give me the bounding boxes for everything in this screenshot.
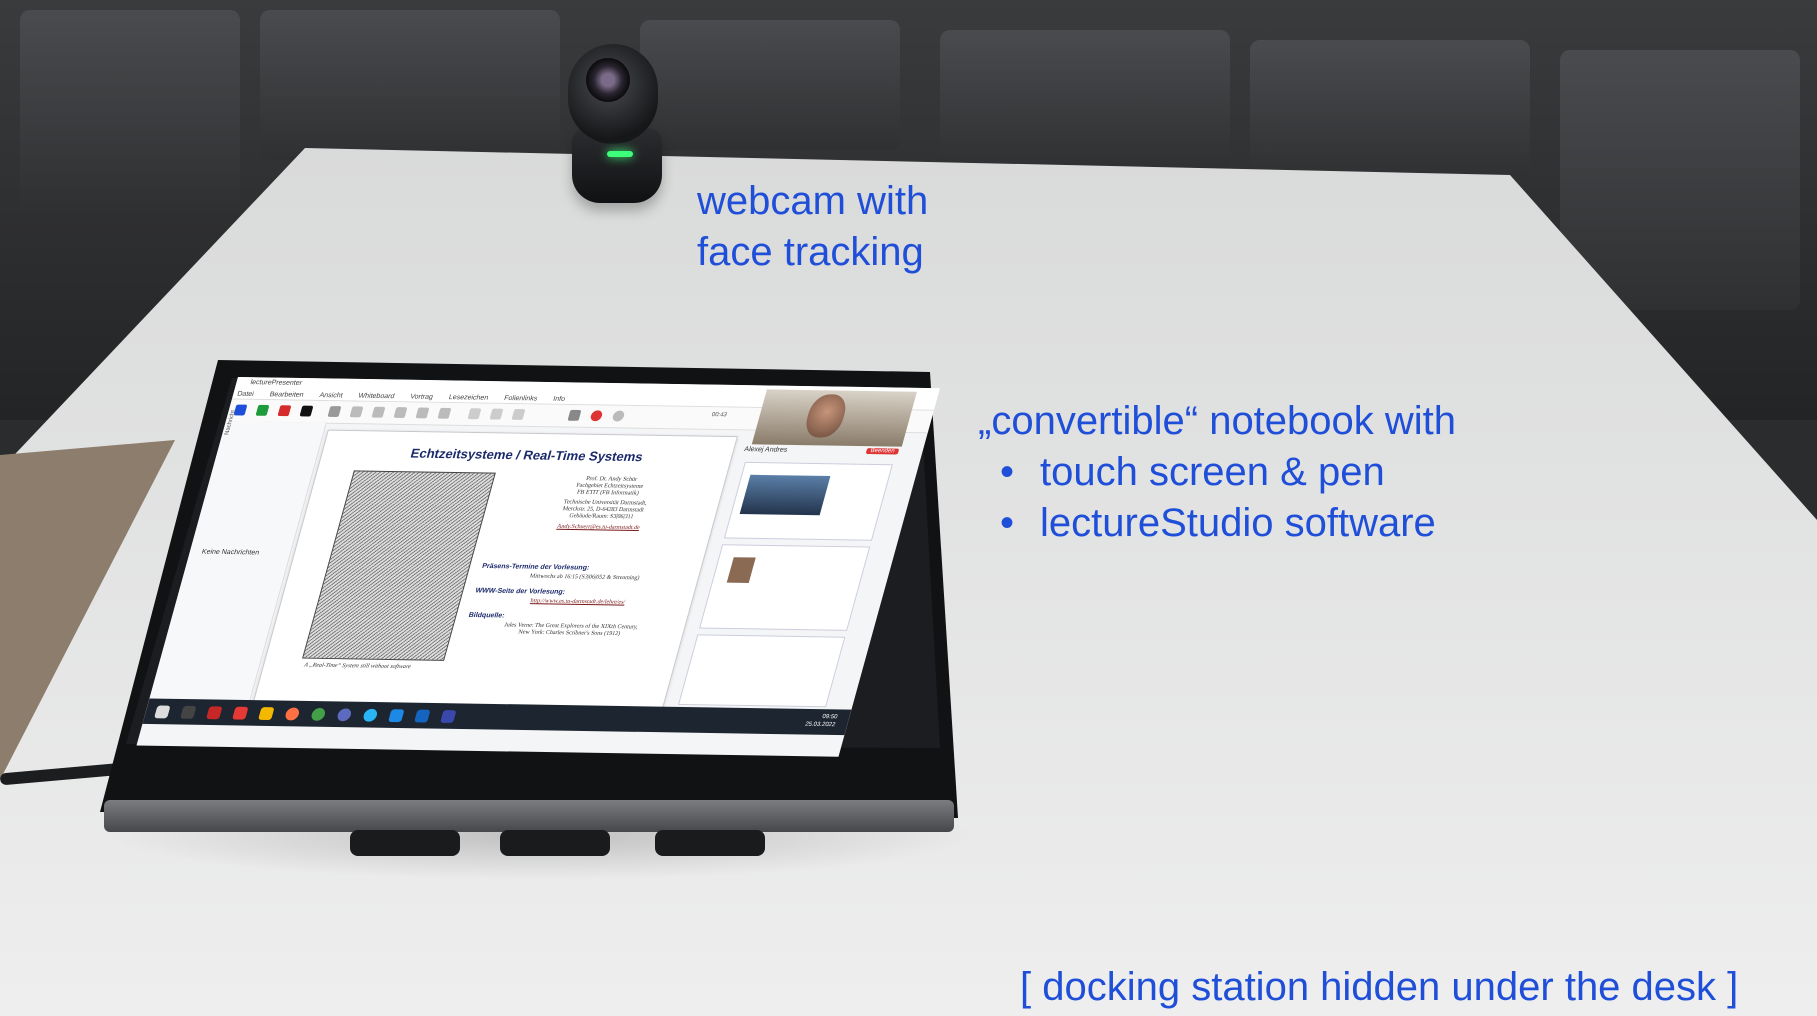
slide: Echtzeitsysteme / Real-Time Systems A „R… [252, 429, 738, 711]
red-color-icon[interactable] [277, 405, 292, 417]
email-link[interactable]: Andy.Schuerr@es.tu-darmstadt.de [502, 523, 694, 533]
menu-item-bearbeiten[interactable]: Bearbeiten [268, 389, 305, 399]
end-call-button[interactable]: Beenden [865, 448, 900, 455]
participant-name: Alexej Andres [743, 446, 789, 454]
participant-face [801, 394, 850, 438]
menu-item-ansicht[interactable]: Ansicht [318, 390, 344, 400]
screen-share-icon[interactable] [567, 409, 582, 421]
windows-start-icon[interactable] [154, 705, 171, 719]
no-messages-text: Keine Nachrichten [200, 548, 260, 557]
laptop-foot [655, 830, 765, 856]
message-avatar [726, 557, 756, 584]
section-heading: WWW-Seite der Vorlesung: [474, 587, 566, 596]
clock-date: 25.03.2022 [804, 721, 836, 729]
eraser-icon[interactable] [415, 407, 430, 419]
menu-item-lesezeichen[interactable]: Lesezeichen [448, 392, 490, 402]
app-icon[interactable] [336, 708, 353, 722]
highlighter-icon[interactable] [349, 406, 364, 418]
menu-item-whiteboard[interactable]: Whiteboard [357, 391, 396, 401]
app-title: lecturePresenter [249, 379, 303, 387]
message-card[interactable] [723, 461, 893, 541]
section-heading: Bildquelle: [467, 612, 506, 620]
laptop-foot [350, 830, 460, 856]
section-line: Mittwochs ab 16:15 (S3|06|052 & Streamin… [528, 573, 641, 582]
delete-icon[interactable] [437, 407, 452, 419]
menu-item-vortrag[interactable]: Vortrag [409, 392, 434, 402]
firefox-icon[interactable] [284, 707, 301, 721]
laptop-hinge [104, 800, 954, 832]
taskbar-clock: 09:50 25.03.2022 [804, 713, 838, 729]
laptop-foot [500, 830, 610, 856]
slide-caption: A „Real-Time“ System still without softw… [303, 662, 412, 671]
message-card[interactable] [677, 634, 846, 708]
zoom-out-icon[interactable] [511, 408, 526, 420]
search-icon[interactable] [180, 705, 197, 719]
pointer-icon[interactable] [371, 406, 386, 418]
laptop-screen: lecturePresenter Datei Bearbeiten Ansich… [136, 377, 941, 757]
pen-tool-icon[interactable] [327, 406, 342, 417]
message-card[interactable] [699, 544, 871, 631]
message-image [739, 474, 831, 516]
acrobat-icon[interactable] [206, 706, 223, 720]
record-icon[interactable] [589, 410, 604, 422]
text-tool-icon[interactable] [393, 407, 408, 419]
green-color-icon[interactable] [255, 404, 270, 416]
zoom-in-icon[interactable] [489, 408, 504, 420]
menu-item-folienlinks[interactable]: Folienlinks [503, 393, 539, 403]
black-color-icon[interactable] [299, 405, 314, 417]
zoom-icon[interactable] [388, 709, 405, 723]
toolbar-timer: 00:43 [710, 412, 728, 419]
menu-item-info[interactable]: Info [552, 394, 566, 404]
outlook-icon[interactable] [414, 709, 431, 723]
slide-title: Echtzeitsysteme / Real-Time Systems [409, 445, 645, 465]
lecture-presenter-icon[interactable] [440, 710, 457, 723]
file-explorer-icon[interactable] [258, 707, 275, 721]
menu-item-datei[interactable]: Datei [236, 389, 255, 399]
participant-video [751, 389, 917, 447]
stop-icon[interactable] [611, 410, 626, 422]
grid-icon[interactable] [467, 408, 482, 420]
slide-sections: Präsens-Termine der Vorlesung: Mittwochs… [463, 563, 693, 639]
participant-bar: Alexej Andres Beenden [743, 446, 906, 458]
section-heading: Präsens-Termine der Vorlesung: [481, 563, 591, 572]
app-icon[interactable] [232, 706, 249, 720]
slide-author-block: Prof. Dr. Andy Schür Fachgebiet Echtzeit… [502, 475, 707, 533]
website-link[interactable]: http://www.es.tu-darmstadt.de/lehre/es/ [472, 597, 684, 607]
app-icon[interactable] [362, 708, 379, 722]
chrome-icon[interactable] [310, 707, 327, 721]
